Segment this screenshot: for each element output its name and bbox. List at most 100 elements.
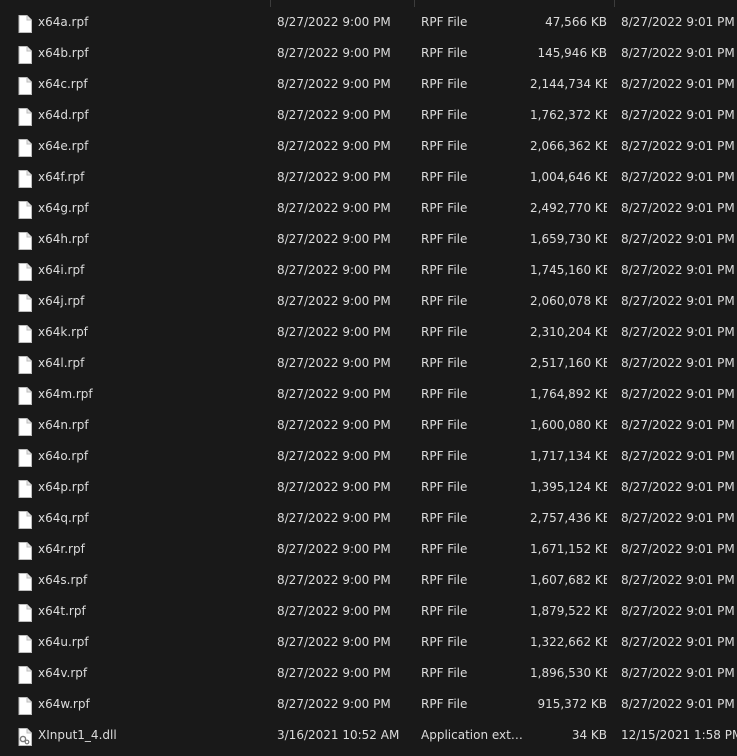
- file-name-cell[interactable]: x64f.rpf: [18, 162, 268, 193]
- file-icon: [18, 262, 32, 281]
- modified-cell: 8/27/2022 9:01 PM: [621, 511, 735, 525]
- modified-cell: 8/27/2022 9:01 PM: [621, 294, 735, 308]
- file-icon: [18, 138, 32, 157]
- file-name: x64m.rpf: [38, 387, 93, 401]
- date-cell: 8/27/2022 9:00 PM: [277, 201, 391, 215]
- file-row[interactable]: x64e.rpf 8/27/2022 9:00 PM RPF File 2,06…: [0, 131, 737, 162]
- type-cell: RPF File: [421, 387, 468, 401]
- file-name-cell[interactable]: x64m.rpf: [18, 379, 268, 410]
- file-name: x64u.rpf: [38, 635, 89, 649]
- size-cell: 1,607,682 KB: [530, 573, 607, 587]
- file-row[interactable]: x64n.rpf 8/27/2022 9:00 PM RPF File 1,60…: [0, 410, 737, 441]
- size-cell: 1,764,892 KB: [530, 387, 607, 401]
- file-name-cell[interactable]: x64s.rpf: [18, 565, 268, 596]
- type-cell: RPF File: [421, 294, 468, 308]
- file-name-cell[interactable]: x64w.rpf: [18, 689, 268, 720]
- modified-cell: 8/27/2022 9:01 PM: [621, 15, 735, 29]
- modified-cell: 8/27/2022 9:01 PM: [621, 77, 735, 91]
- file-row[interactable]: x64i.rpf 8/27/2022 9:00 PM RPF File 1,74…: [0, 255, 737, 286]
- date-cell: 8/27/2022 9:00 PM: [277, 77, 391, 91]
- size-cell: 2,310,204 KB: [530, 325, 607, 339]
- date-cell: 8/27/2022 9:00 PM: [277, 480, 391, 494]
- file-icon: [18, 200, 32, 219]
- type-cell: RPF File: [421, 542, 468, 556]
- modified-cell: 8/27/2022 9:01 PM: [621, 46, 735, 60]
- file-row[interactable]: x64f.rpf 8/27/2022 9:00 PM RPF File 1,00…: [0, 162, 737, 193]
- size-cell: 2,060,078 KB: [530, 294, 607, 308]
- file-icon: [18, 479, 32, 498]
- date-cell: 8/27/2022 9:00 PM: [277, 418, 391, 432]
- type-cell: RPF File: [421, 356, 468, 370]
- file-name: x64v.rpf: [38, 666, 88, 680]
- file-name-cell[interactable]: x64n.rpf: [18, 410, 268, 441]
- file-row[interactable]: x64l.rpf 8/27/2022 9:00 PM RPF File 2,51…: [0, 348, 737, 379]
- file-row[interactable]: x64k.rpf 8/27/2022 9:00 PM RPF File 2,31…: [0, 317, 737, 348]
- file-name-cell[interactable]: x64j.rpf: [18, 286, 268, 317]
- file-name-cell[interactable]: x64e.rpf: [18, 131, 268, 162]
- file-row[interactable]: x64g.rpf 8/27/2022 9:00 PM RPF File 2,49…: [0, 193, 737, 224]
- file-row[interactable]: x64o.rpf 8/27/2022 9:00 PM RPF File 1,71…: [0, 441, 737, 472]
- file-name-cell[interactable]: x64v.rpf: [18, 658, 268, 689]
- type-cell: RPF File: [421, 139, 468, 153]
- file-row[interactable]: x64q.rpf 8/27/2022 9:00 PM RPF File 2,75…: [0, 503, 737, 534]
- file-row[interactable]: x64a.rpf 8/27/2022 9:00 PM RPF File 47,5…: [0, 7, 737, 38]
- file-row[interactable]: XInput1_4.dll 3/16/2021 10:52 AM Applica…: [0, 720, 737, 751]
- column-divider[interactable]: [270, 0, 271, 7]
- file-name-cell[interactable]: x64l.rpf: [18, 348, 268, 379]
- file-name-cell[interactable]: x64g.rpf: [18, 193, 268, 224]
- file-row[interactable]: x64v.rpf 8/27/2022 9:00 PM RPF File 1,89…: [0, 658, 737, 689]
- file-name-cell[interactable]: x64i.rpf: [18, 255, 268, 286]
- size-cell: 1,322,662 KB: [530, 635, 607, 649]
- column-divider[interactable]: [614, 0, 615, 7]
- file-row[interactable]: x64s.rpf 8/27/2022 9:00 PM RPF File 1,60…: [0, 565, 737, 596]
- file-row[interactable]: x64r.rpf 8/27/2022 9:00 PM RPF File 1,67…: [0, 534, 737, 565]
- type-cell: RPF File: [421, 697, 468, 711]
- modified-cell: 8/27/2022 9:01 PM: [621, 139, 735, 153]
- file-row[interactable]: x64b.rpf 8/27/2022 9:00 PM RPF File 145,…: [0, 38, 737, 69]
- modified-cell: 8/27/2022 9:01 PM: [621, 201, 735, 215]
- file-name-cell[interactable]: x64h.rpf: [18, 224, 268, 255]
- column-divider[interactable]: [414, 0, 415, 7]
- file-name-cell[interactable]: x64d.rpf: [18, 100, 268, 131]
- file-name: x64q.rpf: [38, 511, 89, 525]
- file-name-cell[interactable]: x64c.rpf: [18, 69, 268, 100]
- file-name: x64h.rpf: [38, 232, 89, 246]
- file-icon: [18, 541, 32, 560]
- file-row[interactable]: x64h.rpf 8/27/2022 9:00 PM RPF File 1,65…: [0, 224, 737, 255]
- file-name-cell[interactable]: x64r.rpf: [18, 534, 268, 565]
- file-name-cell[interactable]: x64k.rpf: [18, 317, 268, 348]
- file-name: x64f.rpf: [38, 170, 85, 184]
- file-name-cell[interactable]: x64q.rpf: [18, 503, 268, 534]
- file-row[interactable]: x64j.rpf 8/27/2022 9:00 PM RPF File 2,06…: [0, 286, 737, 317]
- file-name-cell[interactable]: x64u.rpf: [18, 627, 268, 658]
- file-row[interactable]: x64t.rpf 8/27/2022 9:00 PM RPF File 1,87…: [0, 596, 737, 627]
- file-name-cell[interactable]: XInput1_4.dll: [18, 720, 268, 751]
- size-cell: 145,946 KB: [537, 46, 607, 60]
- file-name: x64r.rpf: [38, 542, 85, 556]
- file-row[interactable]: x64d.rpf 8/27/2022 9:00 PM RPF File 1,76…: [0, 100, 737, 131]
- file-icon: [18, 696, 32, 715]
- file-icon: [18, 14, 32, 33]
- file-name-cell[interactable]: x64p.rpf: [18, 472, 268, 503]
- file-name-cell[interactable]: x64a.rpf: [18, 7, 268, 38]
- file-name: x64j.rpf: [38, 294, 85, 308]
- modified-cell: 12/15/2021 1:58 PM: [621, 728, 737, 742]
- file-name-cell[interactable]: x64b.rpf: [18, 38, 268, 69]
- file-name-cell[interactable]: x64t.rpf: [18, 596, 268, 627]
- type-cell: RPF File: [421, 573, 468, 587]
- modified-cell: 8/27/2022 9:01 PM: [621, 263, 735, 277]
- size-cell: 1,659,730 KB: [530, 232, 607, 246]
- size-cell: 1,600,080 KB: [530, 418, 607, 432]
- type-cell: RPF File: [421, 635, 468, 649]
- file-row[interactable]: x64p.rpf 8/27/2022 9:00 PM RPF File 1,39…: [0, 472, 737, 503]
- file-row[interactable]: x64m.rpf 8/27/2022 9:00 PM RPF File 1,76…: [0, 379, 737, 410]
- file-name-cell[interactable]: x64o.rpf: [18, 441, 268, 472]
- modified-cell: 8/27/2022 9:01 PM: [621, 635, 735, 649]
- size-cell: 1,004,646 KB: [530, 170, 607, 184]
- file-row[interactable]: x64c.rpf 8/27/2022 9:00 PM RPF File 2,14…: [0, 69, 737, 100]
- file-icon: [18, 76, 32, 95]
- date-cell: 8/27/2022 9:00 PM: [277, 573, 391, 587]
- file-row[interactable]: x64w.rpf 8/27/2022 9:00 PM RPF File 915,…: [0, 689, 737, 720]
- file-name: x64i.rpf: [38, 263, 85, 277]
- file-row[interactable]: x64u.rpf 8/27/2022 9:00 PM RPF File 1,32…: [0, 627, 737, 658]
